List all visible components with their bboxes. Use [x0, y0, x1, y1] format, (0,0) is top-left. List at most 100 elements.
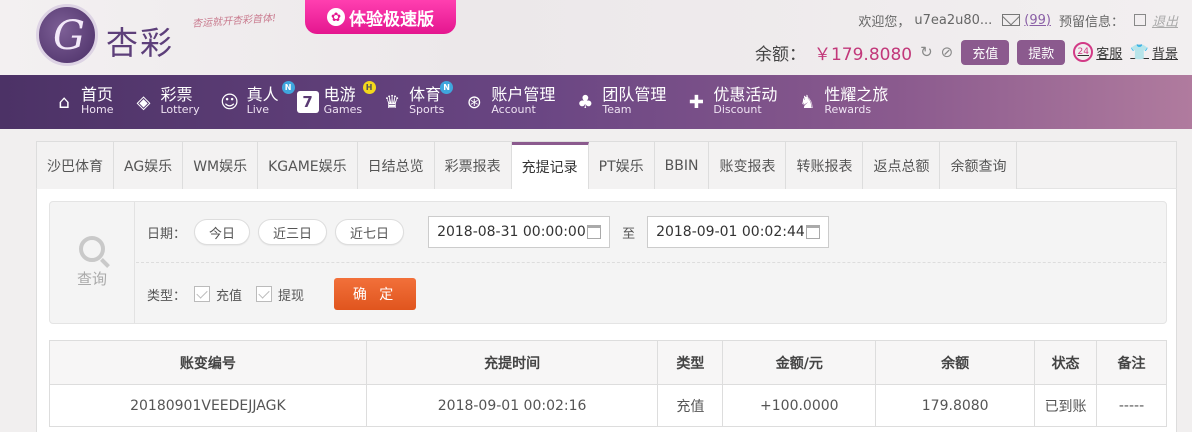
speed-icon: ✿	[327, 8, 345, 26]
refresh-icon[interactable]: ↻	[920, 43, 933, 61]
hide-balance-icon[interactable]: ⊘	[941, 43, 954, 61]
type-filter-row: 类型： 充值 提现 确 定	[147, 278, 417, 310]
nav-label-cn: 优惠活动	[713, 85, 778, 104]
filter-box: 查询 日期： 今日 近三日 近七日 2018-08-31 00:00:00 至 …	[49, 201, 1167, 324]
nav-label-cn: 体育	[409, 85, 442, 104]
tab-saba-sports[interactable]: 沙巴体育	[37, 142, 114, 189]
background-link[interactable]: 👕 背景	[1130, 43, 1178, 62]
nav-label-en: Sports	[409, 103, 445, 116]
date-filter-row: 日期： 今日 近三日 近七日 2018-08-31 00:00:00 至 201…	[147, 216, 830, 248]
nav-label-en: Home	[81, 103, 114, 116]
nav-item-discount[interactable]: ✚ 优惠活动 Discount	[684, 75, 778, 129]
nav-label-en: Account	[491, 103, 536, 116]
new-badge: N	[440, 81, 454, 94]
nav-label-cn: 真人	[246, 85, 279, 104]
logout-link[interactable]: 退出	[1152, 11, 1178, 30]
nav-item-live[interactable]: ☺ 真人 Live N	[218, 75, 295, 129]
report-tabs: 沙巴体育 AG娱乐 WM娱乐 KGAME娱乐 日结总览 彩票报表 充提记录 PT…	[36, 141, 1177, 189]
col-record-id: 账变编号	[49, 340, 367, 385]
date-label: 日期：	[147, 226, 187, 242]
query-block[interactable]: 查询	[50, 202, 135, 323]
username: u7ea2u80...	[914, 12, 993, 28]
tab-pt[interactable]: PT娱乐	[588, 142, 655, 189]
mail-count-link[interactable]: (99)	[1024, 13, 1051, 28]
nav-item-sports[interactable]: ♛ 体育 Sports N	[380, 75, 454, 129]
service-24h-icon: 24	[1073, 42, 1094, 62]
nav-label-en: Discount	[713, 103, 762, 116]
search-icon	[79, 236, 105, 262]
deposit-checkbox[interactable]: 充值	[194, 285, 242, 304]
withdraw-checkbox-label: 提现	[278, 288, 305, 304]
rewards-icon: ♞	[799, 91, 816, 113]
deposit-checkbox-label: 充值	[216, 288, 243, 304]
content-panel: 查询 日期： 今日 近三日 近七日 2018-08-31 00:00:00 至 …	[36, 189, 1177, 432]
nav-label-en: Live	[246, 103, 270, 116]
edit-icon[interactable]	[1133, 14, 1146, 26]
checkbox-icon	[256, 286, 273, 302]
nav-item-lottery[interactable]: ◈ 彩票 Lottery	[131, 75, 200, 129]
logo-letter-icon: G	[53, 13, 85, 59]
customer-service-link[interactable]: 24 客服	[1073, 42, 1122, 62]
shirt-icon: 👕	[1130, 43, 1149, 61]
calendar-icon[interactable]	[587, 225, 602, 239]
nav-label-cn: 账户管理	[491, 85, 556, 104]
to-label: 至	[622, 226, 636, 242]
tab-bbin[interactable]: BBIN	[654, 142, 710, 189]
tab-kgame[interactable]: KGAME娱乐	[258, 142, 358, 189]
deposit-button[interactable]: 充值	[961, 39, 1010, 65]
top-header: G 杏彩 杏运就开杏彩首体! ✿ 体验极速版 欢迎您， u7ea2u80... …	[0, 0, 1192, 75]
cell-type: 充值	[657, 384, 724, 427]
cell-time: 2018-09-01 00:02:16	[365, 384, 659, 427]
account-icon: ⊛	[466, 91, 482, 113]
withdraw-checkbox[interactable]: 提现	[256, 285, 304, 304]
start-date-input[interactable]: 2018-08-31 00:00:00	[428, 216, 611, 248]
notice-label: 预留信息：	[1058, 14, 1124, 30]
tab-rebate-total[interactable]: 返点总额	[863, 142, 941, 189]
col-note: 备注	[1096, 340, 1167, 385]
confirm-button[interactable]: 确 定	[334, 278, 417, 310]
col-amount: 金额/元	[722, 340, 877, 385]
hot-badge: H	[362, 81, 376, 94]
new-badge: N	[281, 81, 295, 94]
brand-logo[interactable]: G	[36, 4, 98, 66]
end-date-value: 2018-09-01 00:02:44	[656, 224, 805, 240]
brand-slogan: 杏运就开杏彩首体!	[191, 13, 277, 30]
gift-icon: ✚	[688, 91, 704, 113]
last-3-days-button[interactable]: 近三日	[258, 219, 328, 245]
nav-item-rewards[interactable]: ♞ 性耀之旅 Rewards	[795, 75, 888, 129]
welcome-text: 欢迎您，	[858, 14, 911, 30]
cell-status: 已到账	[1034, 384, 1098, 427]
tab-daily-summary[interactable]: 日结总览	[357, 142, 435, 189]
records-table: 账变编号 充提时间 类型 金额/元 余额 状态 备注 20180901VEEDE…	[49, 340, 1167, 427]
tab-wm[interactable]: WM娱乐	[183, 142, 259, 189]
nav-item-account[interactable]: ⊛ 账户管理 Account	[462, 75, 556, 129]
nav-item-team[interactable]: ♣ 团队管理 Team	[573, 75, 666, 129]
tab-deposit-withdraw-records[interactable]: 充提记录	[511, 142, 589, 189]
calendar-icon[interactable]	[806, 225, 821, 239]
cell-record-id: 20180901VEEDEJJAGK	[49, 384, 367, 427]
trophy-icon: ♛	[384, 91, 401, 113]
tab-balance-query[interactable]: 余额查询	[940, 142, 1018, 189]
customer-service-label: 客服	[1096, 46, 1123, 62]
last-7-days-button[interactable]: 近七日	[335, 219, 405, 245]
tab-lottery-report[interactable]: 彩票报表	[434, 142, 512, 189]
nav-item-games[interactable]: 7 电游 Games H	[296, 75, 376, 129]
end-date-input[interactable]: 2018-09-01 00:02:44	[647, 216, 830, 248]
tab-ag[interactable]: AG娱乐	[114, 142, 184, 189]
user-info-bar: 欢迎您， u7ea2u80... (99) 预留信息： 退出	[858, 10, 1178, 30]
today-button[interactable]: 今日	[194, 219, 251, 245]
tab-account-changes[interactable]: 账变报表	[709, 142, 787, 189]
speed-version-button[interactable]: ✿ 体验极速版	[305, 0, 456, 34]
nav-item-home[interactable]: ⌂ 首页 Home	[52, 75, 113, 129]
mail-icon[interactable]	[1002, 14, 1021, 26]
nav-label-en: Games	[323, 103, 363, 116]
table-header-row: 账变编号 充提时间 类型 金额/元 余额 状态 备注	[49, 340, 1167, 385]
col-status: 状态	[1034, 340, 1098, 385]
nav-label-cn: 首页	[81, 85, 114, 104]
cell-note: -----	[1096, 384, 1167, 427]
col-time: 充提时间	[365, 340, 659, 385]
withdraw-button[interactable]: 提款	[1017, 39, 1066, 65]
live-dealer-icon: ☺	[220, 91, 239, 113]
team-icon: ♣	[577, 91, 594, 113]
tab-transfer-report[interactable]: 转账报表	[786, 142, 864, 189]
